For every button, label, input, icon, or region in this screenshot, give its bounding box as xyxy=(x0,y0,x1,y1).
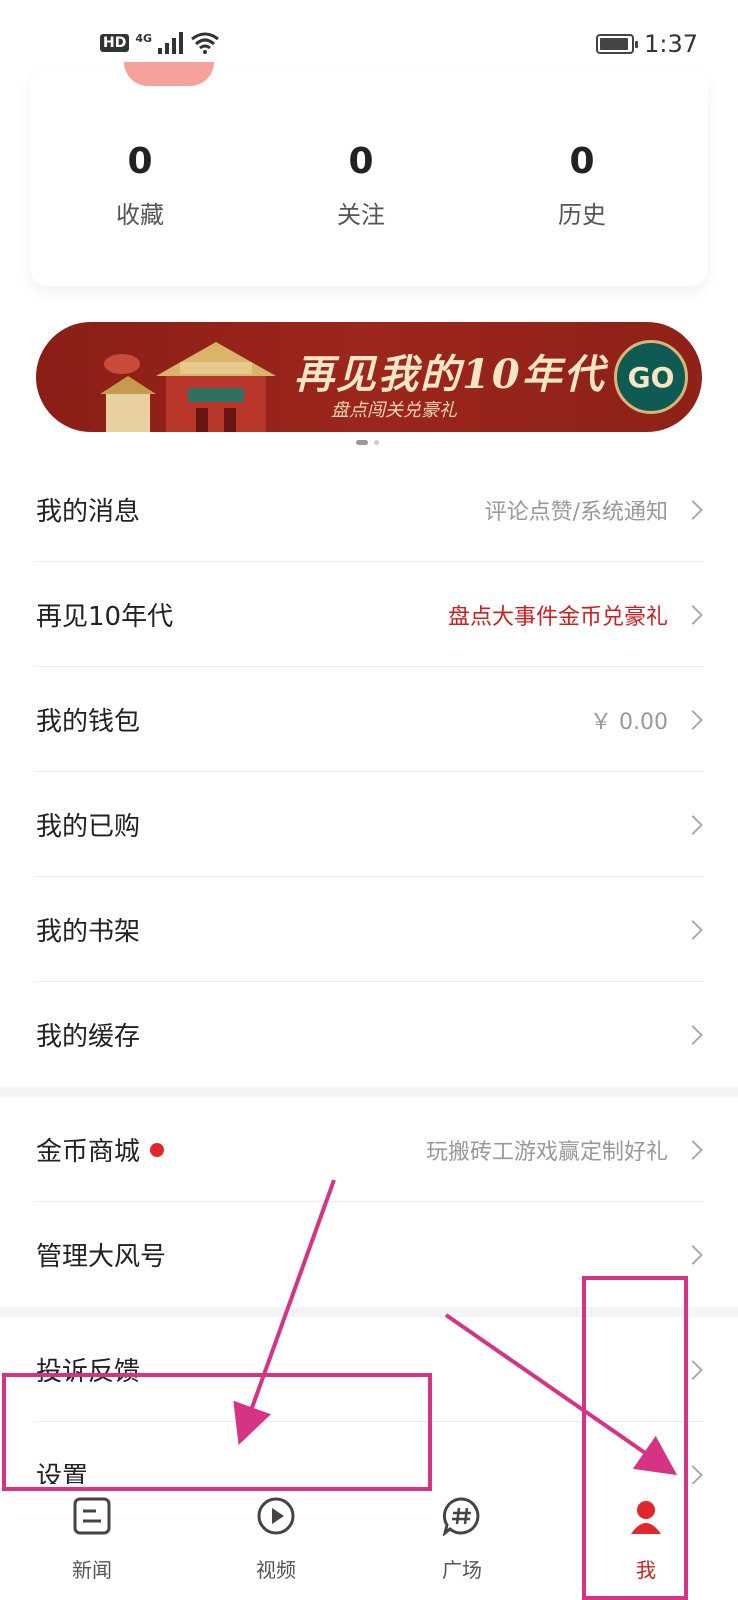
chevron-right-icon xyxy=(683,1139,703,1160)
stat-label: 关注 xyxy=(337,201,385,229)
avatar[interactable] xyxy=(124,62,214,86)
menu-item-sub: 玩搬砖工游戏赢定制好礼 xyxy=(425,1139,668,1165)
wifi-icon xyxy=(191,32,219,54)
tab-news[interactable]: 新闻 xyxy=(32,1496,152,1583)
chevron-right-icon xyxy=(683,499,703,520)
annotation-box-me-tab xyxy=(582,1276,688,1600)
menu-item-purchased[interactable]: 我的已购 xyxy=(0,772,738,877)
chevron-right-icon xyxy=(683,814,703,835)
page-dot-active xyxy=(356,440,368,445)
menu-item-label: 管理大风号 xyxy=(36,1242,167,1272)
banner-title: 再见我的10年代 xyxy=(294,351,606,398)
menu-item-cache[interactable]: 我的缓存 xyxy=(0,982,738,1087)
tab-label: 新闻 xyxy=(72,1558,112,1582)
stat-history[interactable]: 0 历史 xyxy=(512,142,652,230)
section-gap xyxy=(0,1087,738,1097)
notification-dot xyxy=(150,1142,165,1157)
hashtag-chat-icon xyxy=(442,1497,480,1537)
status-right: 1:37 xyxy=(596,30,698,58)
hd-badge: HD xyxy=(100,34,130,52)
banner-go-button[interactable]: GO xyxy=(614,340,688,414)
menu-item-coin-mall[interactable]: 金币商城 玩搬砖工游戏赢定制好礼 xyxy=(0,1097,738,1202)
profile-stats-card: 0 收藏 0 关注 0 历史 xyxy=(30,62,708,286)
stat-label: 历史 xyxy=(558,201,606,229)
chevron-right-icon xyxy=(683,709,703,730)
menu-item-sub: 盘点大事件金币兑豪礼 xyxy=(447,604,668,630)
menu-item-wallet[interactable]: 我的钱包 ￥ 0.00 xyxy=(0,667,738,772)
temple-illustration xyxy=(100,342,276,432)
chevron-right-icon xyxy=(683,1024,703,1045)
news-icon xyxy=(73,1497,111,1535)
page-dot xyxy=(374,440,379,445)
tab-video[interactable]: 视频 xyxy=(216,1496,336,1583)
stat-value: 0 xyxy=(348,141,374,182)
stat-favorites[interactable]: 0 收藏 xyxy=(70,142,210,230)
menu-item-bookshelf[interactable]: 我的书架 xyxy=(0,877,738,982)
play-icon xyxy=(257,1497,295,1535)
banner-subtitle: 盘点闯关兑豪礼 xyxy=(331,400,457,421)
menu-item-label: 我的缓存 xyxy=(36,1022,141,1052)
menu-item-label: 我的钱包 xyxy=(36,707,141,737)
menu-item-label: 我的书架 xyxy=(36,917,141,947)
tab-square[interactable]: 广场 xyxy=(402,1496,522,1583)
menu-item-sub: ￥ 0.00 xyxy=(590,709,668,735)
menu-item-messages[interactable]: 我的消息 评论点赞/系统通知 xyxy=(0,457,738,562)
stat-value: 0 xyxy=(127,141,153,182)
status-left: HD 4G xyxy=(100,32,220,54)
chevron-right-icon xyxy=(683,1244,703,1265)
battery-icon xyxy=(596,34,639,54)
menu-item-label: 金币商城 xyxy=(36,1137,141,1167)
stat-label: 收藏 xyxy=(116,201,164,229)
clock: 1:37 xyxy=(644,30,698,58)
tab-label: 视频 xyxy=(256,1558,296,1582)
promo-banner[interactable]: 再见我的10年代 盘点闯关兑豪礼 GO xyxy=(36,322,702,432)
banner-pagination xyxy=(356,440,379,445)
menu-item-sub: 评论点赞/系统通知 xyxy=(484,499,668,525)
tab-label: 广场 xyxy=(442,1558,482,1582)
menu-item-label: 再见10年代 xyxy=(36,602,174,632)
menu-item-label: 我的已购 xyxy=(36,812,141,842)
stat-following[interactable]: 0 关注 xyxy=(291,142,431,230)
signal-icon xyxy=(158,32,184,54)
menu-item-label: 我的消息 xyxy=(36,497,141,527)
annotation-box-settings xyxy=(2,1373,432,1491)
network-label: 4G xyxy=(135,31,153,45)
stat-value: 0 xyxy=(569,141,595,182)
chevron-right-icon xyxy=(683,919,703,940)
menu-item-decade[interactable]: 再见10年代 盘点大事件金币兑豪礼 xyxy=(0,562,738,667)
chevron-right-icon xyxy=(683,604,703,625)
